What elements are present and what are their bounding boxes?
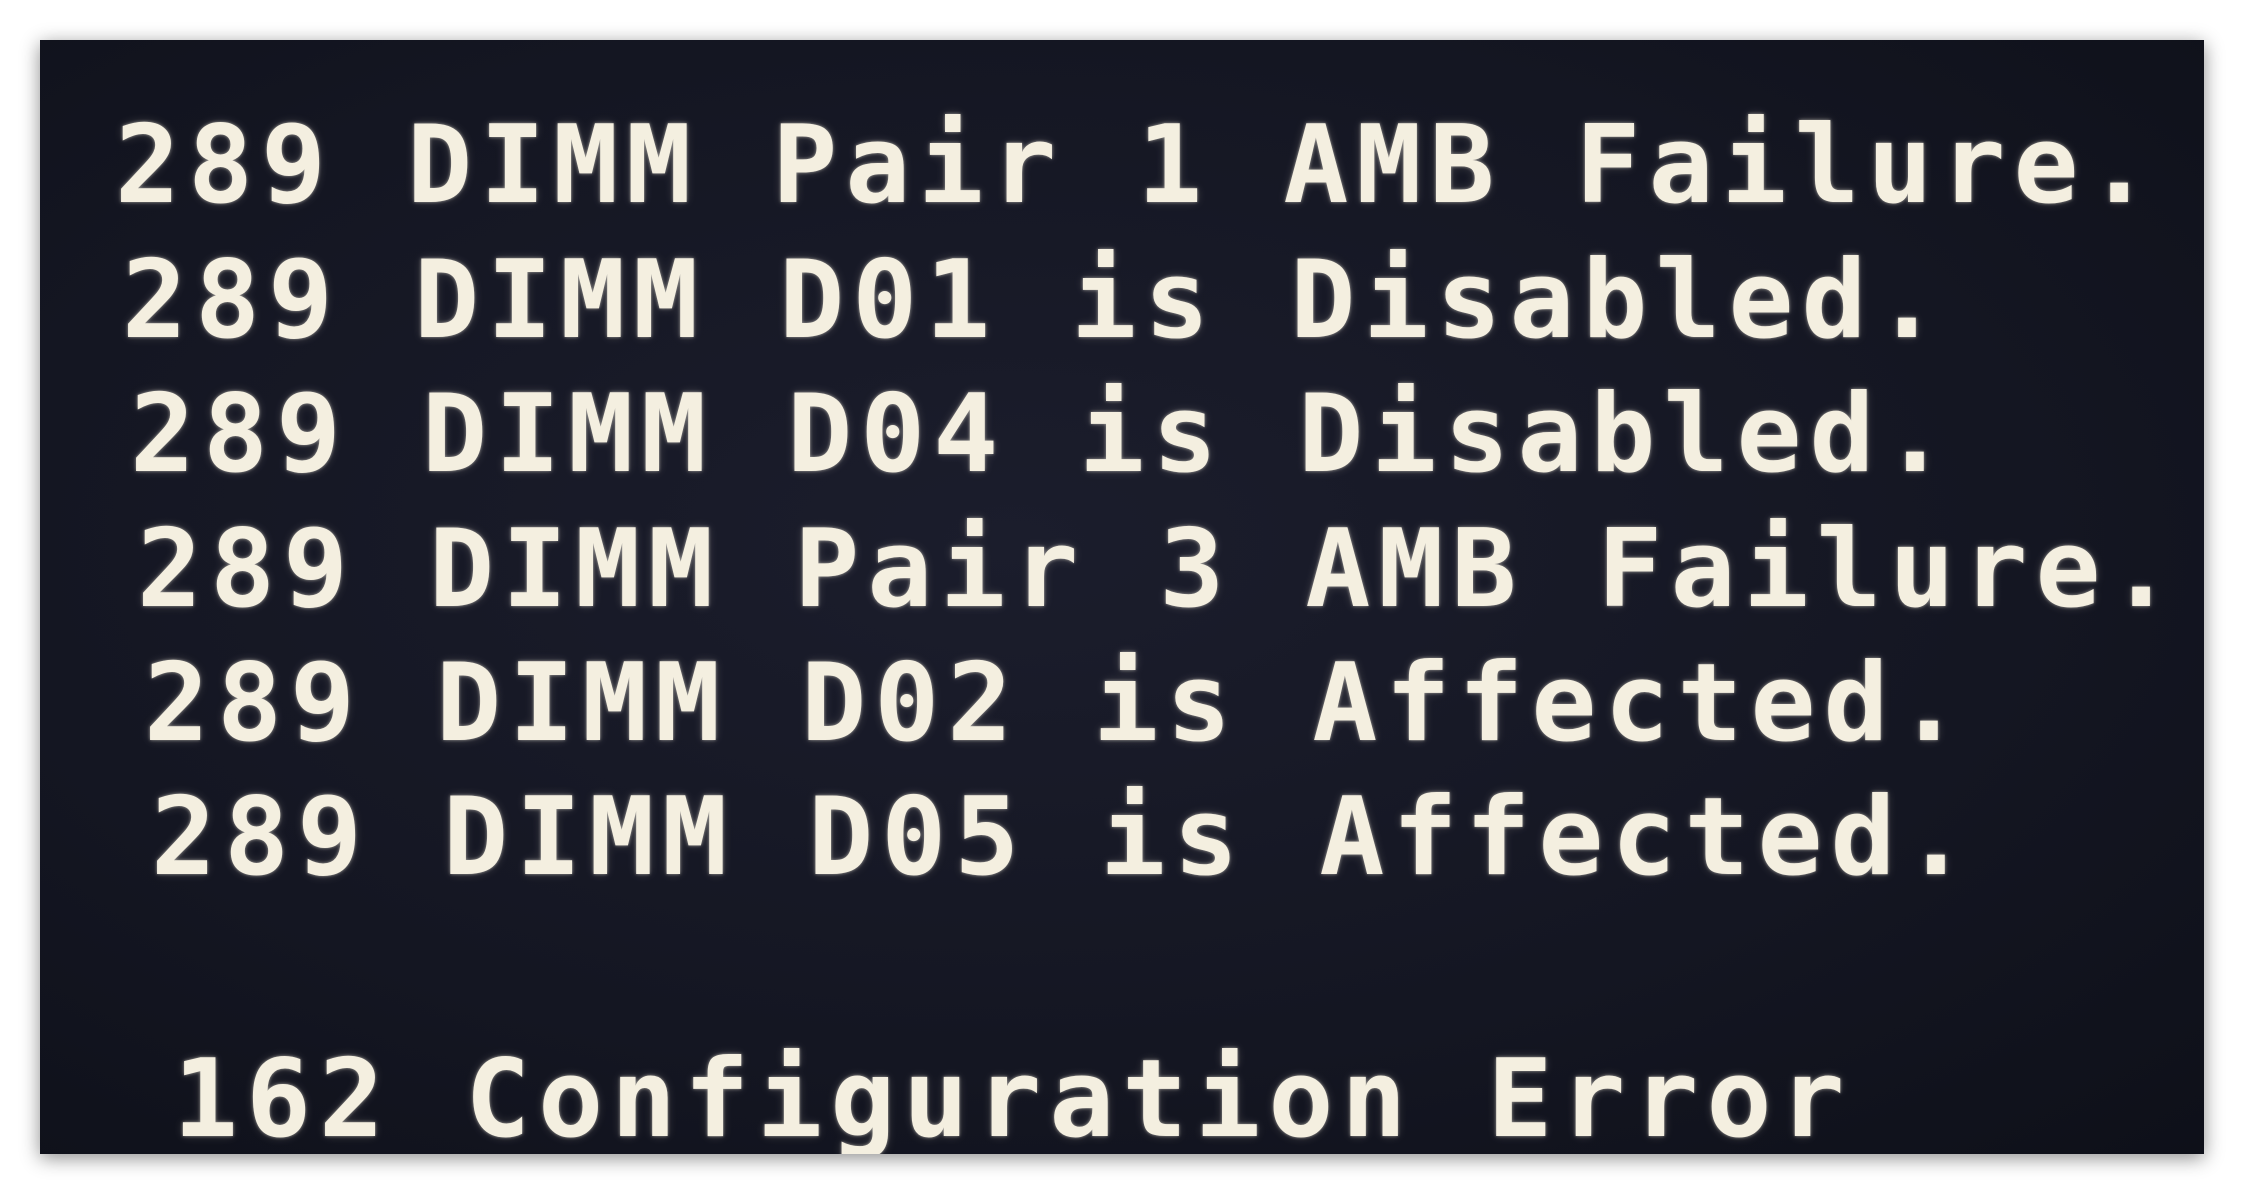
post-message-dimm-pair-1-failure: 289 DIMM Pair 1 AMB Failure. bbox=[115, 103, 2160, 228]
post-message-dimm-d01-disabled: 289 DIMM D01 is Disabled. bbox=[122, 238, 1948, 363]
post-message-dimm-d05-affected: 289 DIMM D05 is Affected. bbox=[151, 775, 1977, 900]
post-message-dimm-d02-affected: 289 DIMM D02 is Affected. bbox=[144, 641, 1970, 766]
post-screen: 289 DIMM Pair 1 AMB Failure. 289 DIMM D0… bbox=[40, 40, 2204, 1154]
post-message-dimm-pair-3-failure: 289 DIMM Pair 3 AMB Failure. bbox=[137, 507, 2182, 632]
post-message-dimm-d04-disabled: 289 DIMM D04 is Disabled. bbox=[130, 372, 1956, 497]
post-configuration-error: 162 Configuration Error bbox=[173, 1037, 1853, 1155]
